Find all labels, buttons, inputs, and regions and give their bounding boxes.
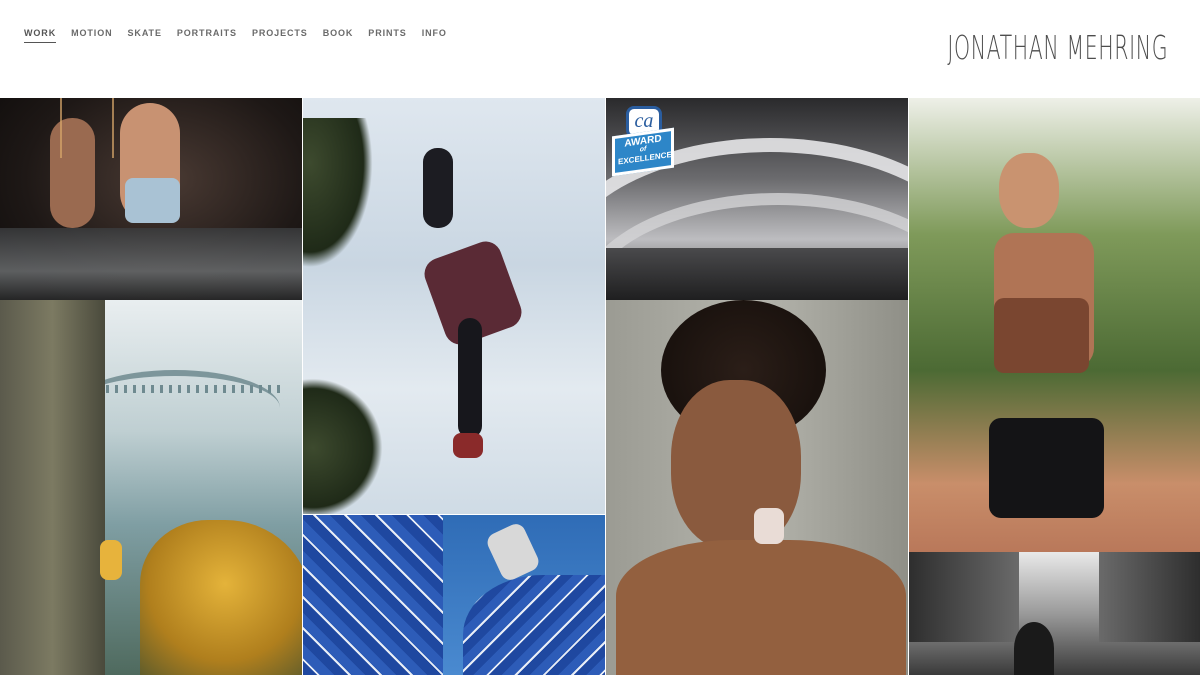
nav-item-book[interactable]: BOOK — [323, 27, 354, 43]
photo-detail — [303, 118, 373, 268]
photo-detail — [616, 540, 906, 675]
photo-detail — [754, 508, 784, 544]
nav-item-motion[interactable]: MOTION — [71, 27, 112, 43]
photo-detail — [125, 178, 180, 223]
photo-detail — [453, 433, 483, 458]
photo-detail — [60, 98, 114, 158]
photo-detail — [999, 153, 1059, 228]
site-header: WORK MOTION SKATE PORTRAITS PROJECTS BOO… — [0, 0, 1200, 98]
photo-detail — [303, 378, 383, 514]
photo-detail — [423, 148, 453, 228]
photo-detail — [989, 418, 1104, 518]
nav-item-work[interactable]: WORK — [24, 27, 57, 43]
photo-detail — [100, 540, 122, 580]
photo-woman-smartwatch[interactable] — [606, 300, 908, 675]
photo-detail — [303, 515, 443, 675]
nav-item-skate[interactable]: SKATE — [128, 27, 162, 43]
main-nav: WORK MOTION SKATE PORTRAITS PROJECTS BOO… — [24, 27, 462, 43]
photo-detail — [0, 300, 105, 675]
photo-street-bw[interactable] — [909, 552, 1200, 675]
photo-detail — [994, 298, 1089, 373]
photo-detail — [1014, 622, 1054, 675]
award-badge: ca AWARD of EXCELLENCE — [612, 104, 674, 177]
photo-detail — [606, 248, 908, 300]
photo-runner-jump[interactable] — [303, 98, 605, 514]
nav-item-portraits[interactable]: PORTRAITS — [177, 27, 237, 43]
nav-item-prints[interactable]: PRINTS — [368, 27, 406, 43]
photo-detail — [1099, 552, 1200, 642]
site-logo[interactable]: JONATHAN MEHRING — [947, 28, 1168, 68]
photo-detail — [140, 520, 302, 675]
photo-detail — [0, 228, 302, 300]
nav-item-projects[interactable]: PROJECTS — [252, 27, 308, 43]
nav-item-info[interactable]: INFO — [422, 27, 447, 43]
photo-athlete-track[interactable] — [909, 98, 1200, 552]
photo-detail — [909, 552, 1019, 642]
photo-skater-mosaic[interactable] — [303, 515, 605, 675]
photo-climber-bridge[interactable] — [0, 300, 302, 675]
photo-detail — [484, 520, 542, 584]
photo-detail — [458, 318, 482, 438]
photo-detail — [463, 575, 605, 675]
photo-night-splash[interactable] — [0, 98, 302, 300]
